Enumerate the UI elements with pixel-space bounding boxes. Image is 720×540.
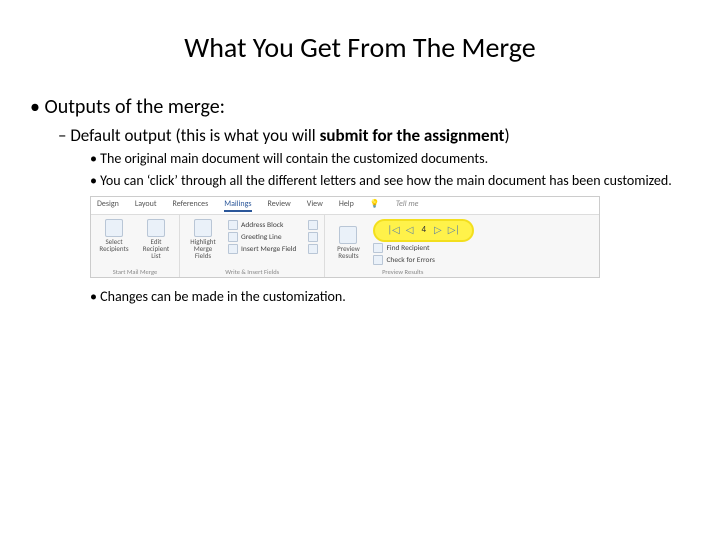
edit-list-icon bbox=[147, 219, 165, 237]
group-label: Start Mail Merge bbox=[97, 268, 173, 276]
ribbon-toolrow: Select Recipients Edit Recipient List St… bbox=[91, 215, 599, 277]
tab-mailings[interactable]: Mailings bbox=[224, 199, 251, 212]
tab-review[interactable]: Review bbox=[268, 199, 291, 212]
greeting-line-icon bbox=[228, 232, 238, 242]
update-labels-icon[interactable] bbox=[308, 244, 318, 254]
record-number[interactable]: 4 bbox=[419, 224, 428, 235]
group-start-mail-merge: Select Recipients Edit Recipient List St… bbox=[91, 215, 180, 277]
lightbulb-icon: 💡 bbox=[370, 199, 380, 212]
lvl2-suffix: ) bbox=[504, 125, 509, 146]
preview-results-button[interactable]: Preview Results bbox=[331, 226, 365, 259]
tab-design[interactable]: Design bbox=[97, 199, 119, 212]
lvl2-bold: submit for the assignment bbox=[320, 125, 505, 146]
group-label: Preview Results bbox=[331, 268, 474, 276]
insert-merge-field-button[interactable]: Insert Merge Field bbox=[228, 244, 296, 254]
address-block-icon bbox=[228, 220, 238, 230]
match-fields-icon[interactable] bbox=[308, 232, 318, 242]
recipients-icon bbox=[105, 219, 123, 237]
tab-help[interactable]: Help bbox=[339, 199, 354, 212]
ribbon-screenshot: Design Layout References Mailings Review… bbox=[90, 196, 600, 278]
tell-me[interactable]: Tell me bbox=[396, 199, 419, 212]
insert-field-icon bbox=[228, 244, 238, 254]
prev-record-button[interactable]: ◁ bbox=[406, 225, 414, 235]
group-write-insert: Highlight Merge Fields Address Block Gre… bbox=[180, 215, 325, 277]
tab-references[interactable]: References bbox=[173, 199, 209, 212]
slide-title: What You Get From The Merge bbox=[30, 30, 690, 65]
bullet-level2: Default output (this is what you will su… bbox=[58, 125, 690, 146]
greeting-line-button[interactable]: Greeting Line bbox=[228, 232, 296, 242]
rules-icon[interactable] bbox=[308, 220, 318, 230]
next-record-button[interactable]: ▷ bbox=[434, 225, 442, 235]
bullet-level1: Outputs of the merge: bbox=[30, 95, 690, 119]
preview-icon bbox=[339, 226, 357, 244]
address-block-button[interactable]: Address Block bbox=[228, 220, 296, 230]
bullet-level3-b: You can ‘click’ through all the differen… bbox=[90, 172, 690, 190]
highlight-icon bbox=[194, 219, 212, 237]
first-record-button[interactable]: |◁ bbox=[387, 225, 399, 235]
bullet-level3-a: The original main document will contain … bbox=[90, 150, 690, 168]
record-navigation-highlight: |◁ ◁ 4 ▷ ▷| bbox=[373, 219, 474, 242]
find-recipient-button[interactable]: Find Recipient bbox=[373, 243, 474, 253]
find-icon bbox=[373, 243, 383, 253]
highlight-merge-fields-button[interactable]: Highlight Merge Fields bbox=[186, 219, 220, 259]
ribbon-tabs: Design Layout References Mailings Review… bbox=[91, 197, 599, 215]
word-ribbon: Design Layout References Mailings Review… bbox=[90, 196, 600, 278]
edit-recipient-list-button[interactable]: Edit Recipient List bbox=[139, 219, 173, 259]
select-recipients-button[interactable]: Select Recipients bbox=[97, 219, 131, 252]
group-preview-results: Preview Results |◁ ◁ 4 ▷ ▷| bbox=[325, 215, 480, 277]
lvl2-prefix: Default output (this is what you will bbox=[70, 125, 319, 146]
bullet-level3-c: Changes can be made in the customization… bbox=[90, 288, 690, 306]
tab-layout[interactable]: Layout bbox=[135, 199, 157, 212]
tab-view[interactable]: View bbox=[307, 199, 323, 212]
last-record-button[interactable]: ▷| bbox=[448, 225, 460, 235]
group-label: Write & Insert Fields bbox=[186, 268, 318, 276]
check-errors-button[interactable]: Check for Errors bbox=[373, 255, 474, 265]
check-icon bbox=[373, 255, 383, 265]
